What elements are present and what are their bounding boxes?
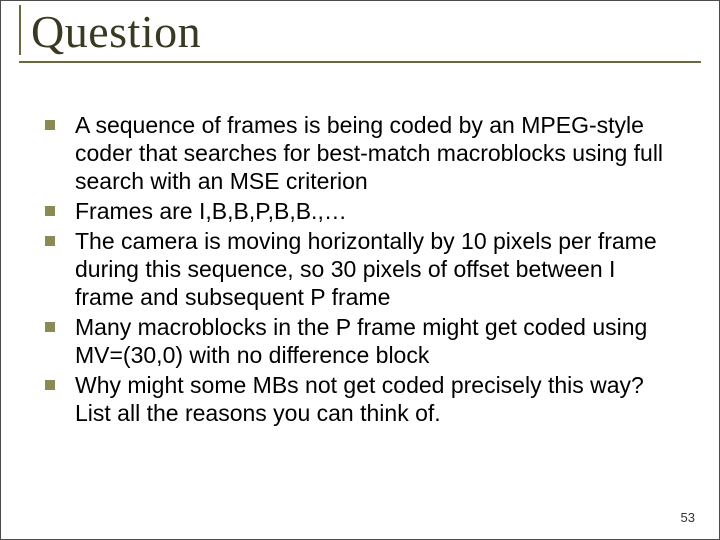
bullet-square-icon xyxy=(45,206,55,216)
bullet-text: A sequence of frames is being coded by a… xyxy=(75,112,663,194)
bullet-text: Frames are I,B,B,P,B,B.,… xyxy=(75,198,347,224)
bullet-square-icon xyxy=(45,236,55,246)
page-number: 53 xyxy=(681,510,695,525)
slide: Question A sequence of frames is being c… xyxy=(0,0,720,540)
bullet-list: A sequence of frames is being coded by a… xyxy=(41,111,679,428)
slide-body: A sequence of frames is being coded by a… xyxy=(41,111,679,430)
title-underline: Question xyxy=(19,5,701,63)
list-item: Many macroblocks in the P frame might ge… xyxy=(41,313,679,369)
bullet-square-icon xyxy=(45,120,55,130)
bullet-square-icon xyxy=(45,380,55,390)
list-item: The camera is moving horizontally by 10 … xyxy=(41,227,679,311)
list-item: Frames are I,B,B,P,B,B.,… xyxy=(41,197,679,225)
bullet-square-icon xyxy=(45,322,55,332)
bullet-text: Why might some MBs not get coded precise… xyxy=(75,372,644,426)
slide-title: Question xyxy=(19,5,701,55)
list-item: Why might some MBs not get coded precise… xyxy=(41,371,679,427)
bullet-text: The camera is moving horizontally by 10 … xyxy=(75,228,657,310)
list-item: A sequence of frames is being coded by a… xyxy=(41,111,679,195)
bullet-text: Many macroblocks in the P frame might ge… xyxy=(75,314,647,368)
